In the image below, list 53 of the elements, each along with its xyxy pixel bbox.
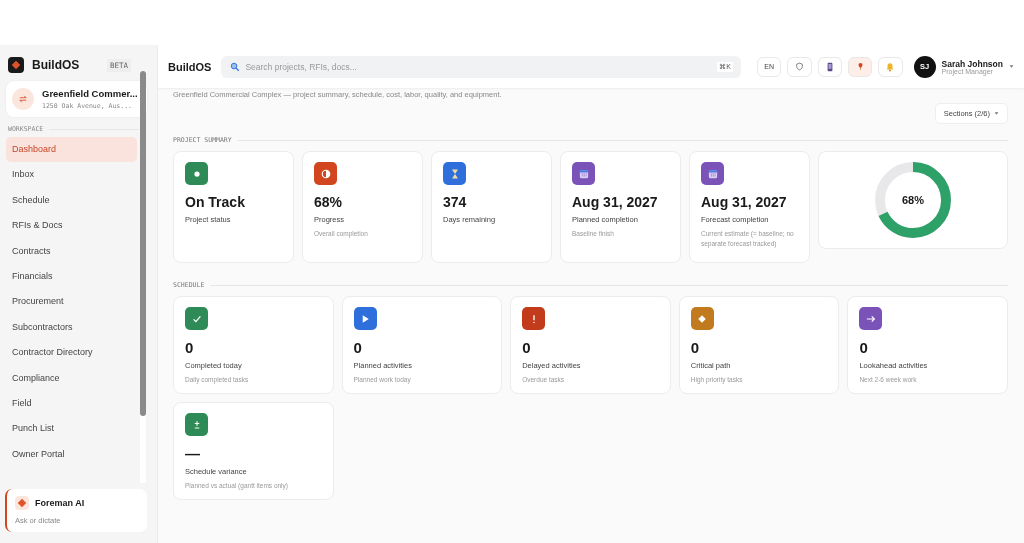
hourglass-icon [443, 162, 466, 185]
stat-value: 68% [314, 194, 344, 210]
pin-icon [857, 62, 863, 71]
nav-item[interactable]: Owner Portal [6, 441, 137, 468]
play-icon [353, 307, 377, 330]
plusminus-icon [185, 413, 208, 436]
scrollbar[interactable] [140, 71, 146, 483]
stat-value: 374 [443, 194, 468, 210]
calendar-icon [701, 162, 724, 185]
shield-icon [794, 62, 804, 71]
brand-name: BuildOS [32, 58, 81, 72]
stat-value: 0 [185, 339, 195, 356]
pin-button[interactable] [847, 56, 873, 77]
shield-button[interactable] [787, 56, 812, 77]
nav-item[interactable]: Contractor Directory [6, 340, 137, 366]
stat-value: Aug 31, 2027 [572, 194, 659, 210]
nav-item[interactable]: Punch List [6, 416, 137, 442]
nav-item[interactable]: Contracts [6, 238, 137, 264]
nav-item[interactable]: Procurement [6, 289, 137, 315]
phone-button[interactable] [817, 56, 842, 77]
user-name: Sarah Johnson [941, 58, 1003, 69]
search-icon [230, 61, 241, 72]
logo-icon [8, 57, 24, 73]
diamond-icon [15, 496, 29, 510]
nav-item[interactable]: Field [6, 390, 137, 417]
stat-value: 0 [690, 339, 701, 356]
half-icon [314, 162, 337, 185]
nav-item[interactable]: Compliance [6, 365, 137, 391]
notification-button[interactable] [878, 56, 903, 77]
nav-item[interactable]: Schedule [6, 187, 137, 214]
bell-icon [885, 61, 896, 72]
caret-icon [994, 111, 999, 116]
stat-value: 0 [522, 339, 532, 356]
alert-icon [522, 307, 546, 330]
calendar-icon [572, 162, 595, 185]
nav-item[interactable]: Inbox [6, 162, 137, 188]
stat-value: 0 [353, 339, 363, 356]
nav-item[interactable]: RFIs & Docs [6, 213, 137, 239]
swap-icon [12, 88, 34, 110]
phone-icon [826, 61, 833, 72]
stat-value: — [185, 445, 201, 462]
stat-value: 0 [859, 339, 869, 356]
nav-item[interactable]: Financials [6, 263, 137, 290]
caret-icon [1008, 64, 1014, 69]
project-name: Greenfield Commer... [42, 88, 138, 99]
app-title: BuildOS [168, 60, 212, 73]
stat-value: On Track [185, 194, 246, 210]
nav-item[interactable]: Subcontractors [6, 314, 137, 341]
assistant-title: Foreman AI [35, 498, 85, 508]
stat-value: Aug 31, 2027 [701, 194, 788, 210]
check-icon [185, 307, 208, 330]
nav-item[interactable]: Dashboard [6, 137, 137, 163]
progress-reading: 68% [902, 194, 924, 206]
